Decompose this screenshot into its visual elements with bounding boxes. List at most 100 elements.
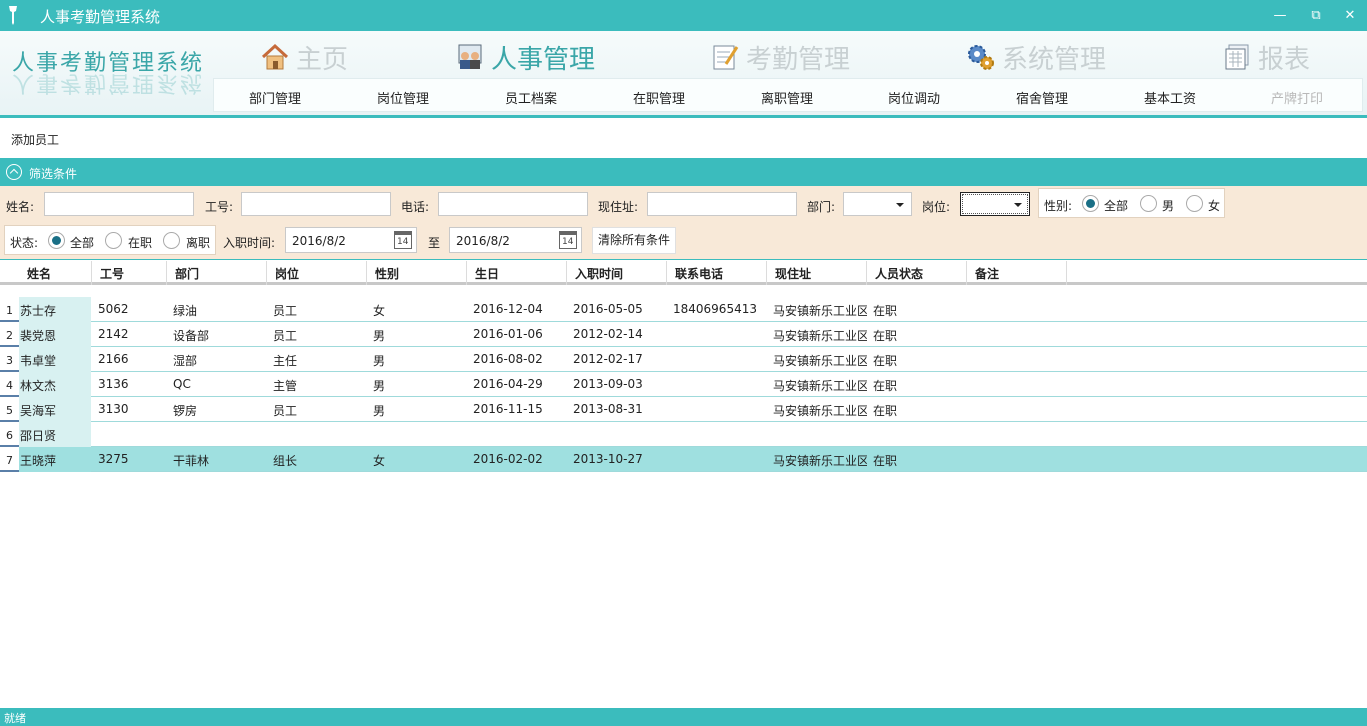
cell-note[interactable]: [970, 422, 1067, 447]
cell-gender[interactable]: 女: [370, 447, 467, 472]
clear-filters-button[interactable]: 清除所有条件: [592, 227, 677, 254]
column-header[interactable]: 备注: [967, 261, 1067, 285]
cell-hired[interactable]: 2016-05-05: [570, 297, 667, 322]
table-row[interactable]: 6 邵日贤: [0, 422, 1367, 447]
cell-name[interactable]: 裴党恩: [19, 322, 91, 347]
cell-note[interactable]: [970, 447, 1067, 472]
cell-name[interactable]: 邵日贤: [19, 422, 91, 447]
cell-name[interactable]: 韦卓堂: [19, 347, 91, 372]
cell-phone[interactable]: [670, 372, 767, 397]
cell-dept[interactable]: QC: [170, 372, 267, 397]
cell-dept[interactable]: 锣房: [170, 397, 267, 422]
column-header[interactable]: 性别: [367, 261, 467, 285]
cell-address[interactable]: 马安镇新乐工业区: [770, 397, 867, 422]
hire-date-from[interactable]: 2016/8/2 14: [285, 227, 417, 253]
module-attendance[interactable]: 考勤管理: [710, 37, 850, 77]
cell-note[interactable]: [970, 297, 1067, 322]
cell-address[interactable]: [770, 422, 867, 447]
module-home[interactable]: 主页: [260, 37, 348, 77]
cell-gender[interactable]: 男: [370, 322, 467, 347]
module-report[interactable]: 报表: [1222, 37, 1310, 77]
cell-status[interactable]: 在职: [870, 372, 967, 397]
cell-gender[interactable]: 男: [370, 347, 467, 372]
cell-dept[interactable]: [170, 422, 267, 447]
cell-post[interactable]: 员工: [270, 397, 367, 422]
cell-gender[interactable]: [370, 422, 467, 447]
cell-dept[interactable]: 绿油: [170, 297, 267, 322]
table-row[interactable]: 5 吴海军 3130 锣房 员工男 2016-11-15 2013-08-31 马安镇新乐工业…: [0, 397, 1367, 422]
row-number[interactable]: 4: [0, 372, 19, 397]
cell-note[interactable]: [970, 372, 1067, 397]
cell-birthday[interactable]: 2016-02-02: [470, 447, 567, 472]
cell-status[interactable]: 在职: [870, 447, 967, 472]
column-header[interactable]: 岗位: [267, 261, 367, 285]
cell-status[interactable]: 在职: [870, 347, 967, 372]
subnav-resigned[interactable]: 离职管理: [761, 88, 813, 107]
cell-phone[interactable]: [670, 397, 767, 422]
cell-id[interactable]: 3275: [95, 447, 167, 472]
column-header[interactable]: 部门: [167, 261, 267, 285]
row-number[interactable]: 1: [0, 297, 19, 322]
hire-date-to[interactable]: 2016/8/2 14: [449, 227, 582, 253]
table-row[interactable]: 7 王晓萍 3275 干菲林 组长女 2016-02-02 2013-10-27 马安镇新乐工…: [0, 447, 1367, 472]
column-header[interactable]: 联系电话: [667, 261, 767, 285]
subnav-employee-file[interactable]: 员工档案: [505, 88, 557, 107]
post-select[interactable]: [960, 192, 1030, 216]
cell-birthday[interactable]: 2016-08-02: [470, 347, 567, 372]
cell-status[interactable]: 在职: [870, 397, 967, 422]
cell-address[interactable]: 马安镇新乐工业区: [770, 297, 867, 322]
table-row[interactable]: 4 林文杰 3136 QC 主管男 2016-04-29 2013-09-03 马安镇新乐工业…: [0, 372, 1367, 397]
cell-dept[interactable]: 设备部: [170, 322, 267, 347]
collapse-icon[interactable]: [6, 164, 22, 180]
gender-female-label[interactable]: 女: [1208, 197, 1220, 214]
cell-post[interactable]: 主任: [270, 347, 367, 372]
column-header[interactable]: 入职时间: [567, 261, 667, 285]
restore-button[interactable]: ⧉: [1305, 6, 1327, 26]
module-personnel[interactable]: 人事管理: [455, 37, 595, 77]
cell-post[interactable]: 员工: [270, 322, 367, 347]
cell-note[interactable]: [970, 322, 1067, 347]
cell-post[interactable]: 主管: [270, 372, 367, 397]
gender-all-radio[interactable]: [1082, 195, 1099, 212]
cell-birthday[interactable]: 2016-04-29: [470, 372, 567, 397]
cell-gender[interactable]: 男: [370, 372, 467, 397]
cell-note[interactable]: [970, 397, 1067, 422]
cell-phone[interactable]: [670, 347, 767, 372]
gender-all-label[interactable]: 全部: [1104, 197, 1128, 214]
cell-id[interactable]: 3130: [95, 397, 167, 422]
filter-header[interactable]: 筛选条件: [0, 158, 1367, 186]
cell-hired[interactable]: 2013-08-31: [570, 397, 667, 422]
cell-dept[interactable]: 湿部: [170, 347, 267, 372]
cell-id[interactable]: [95, 422, 167, 447]
column-header[interactable]: 姓名: [19, 261, 92, 285]
gender-male-label[interactable]: 男: [1162, 197, 1174, 214]
subnav-base-salary[interactable]: 基本工资: [1144, 88, 1196, 107]
department-select[interactable]: [843, 192, 912, 216]
row-number[interactable]: 3: [0, 347, 19, 372]
row-number[interactable]: 5: [0, 397, 19, 422]
subnav-post[interactable]: 岗位管理: [377, 88, 429, 107]
gender-female-radio[interactable]: [1186, 195, 1203, 212]
cell-phone[interactable]: 18406965413: [670, 297, 767, 322]
cell-dept[interactable]: 干菲林: [170, 447, 267, 472]
cell-id[interactable]: 2142: [95, 322, 167, 347]
status-on-duty-radio[interactable]: [105, 232, 122, 249]
column-header[interactable]: 生日: [467, 261, 567, 285]
add-employee-button[interactable]: 添加员工: [11, 131, 59, 148]
cell-name[interactable]: 苏士存: [19, 297, 91, 322]
phone-input[interactable]: [438, 192, 588, 216]
cell-gender[interactable]: 女: [370, 297, 467, 322]
name-input[interactable]: [44, 192, 194, 216]
cell-note[interactable]: [970, 347, 1067, 372]
cell-phone[interactable]: [670, 447, 767, 472]
cell-status[interactable]: 在职: [870, 322, 967, 347]
cell-post[interactable]: 员工: [270, 297, 367, 322]
cell-address[interactable]: 马安镇新乐工业区: [770, 322, 867, 347]
status-on-duty-label[interactable]: 在职: [128, 234, 152, 251]
status-all-label[interactable]: 全部: [70, 234, 94, 251]
status-resigned-radio[interactable]: [163, 232, 180, 249]
cell-phone[interactable]: [670, 322, 767, 347]
row-number[interactable]: 2: [0, 322, 19, 347]
cell-address[interactable]: 马安镇新乐工业区: [770, 347, 867, 372]
cell-name[interactable]: 林文杰: [19, 372, 91, 397]
